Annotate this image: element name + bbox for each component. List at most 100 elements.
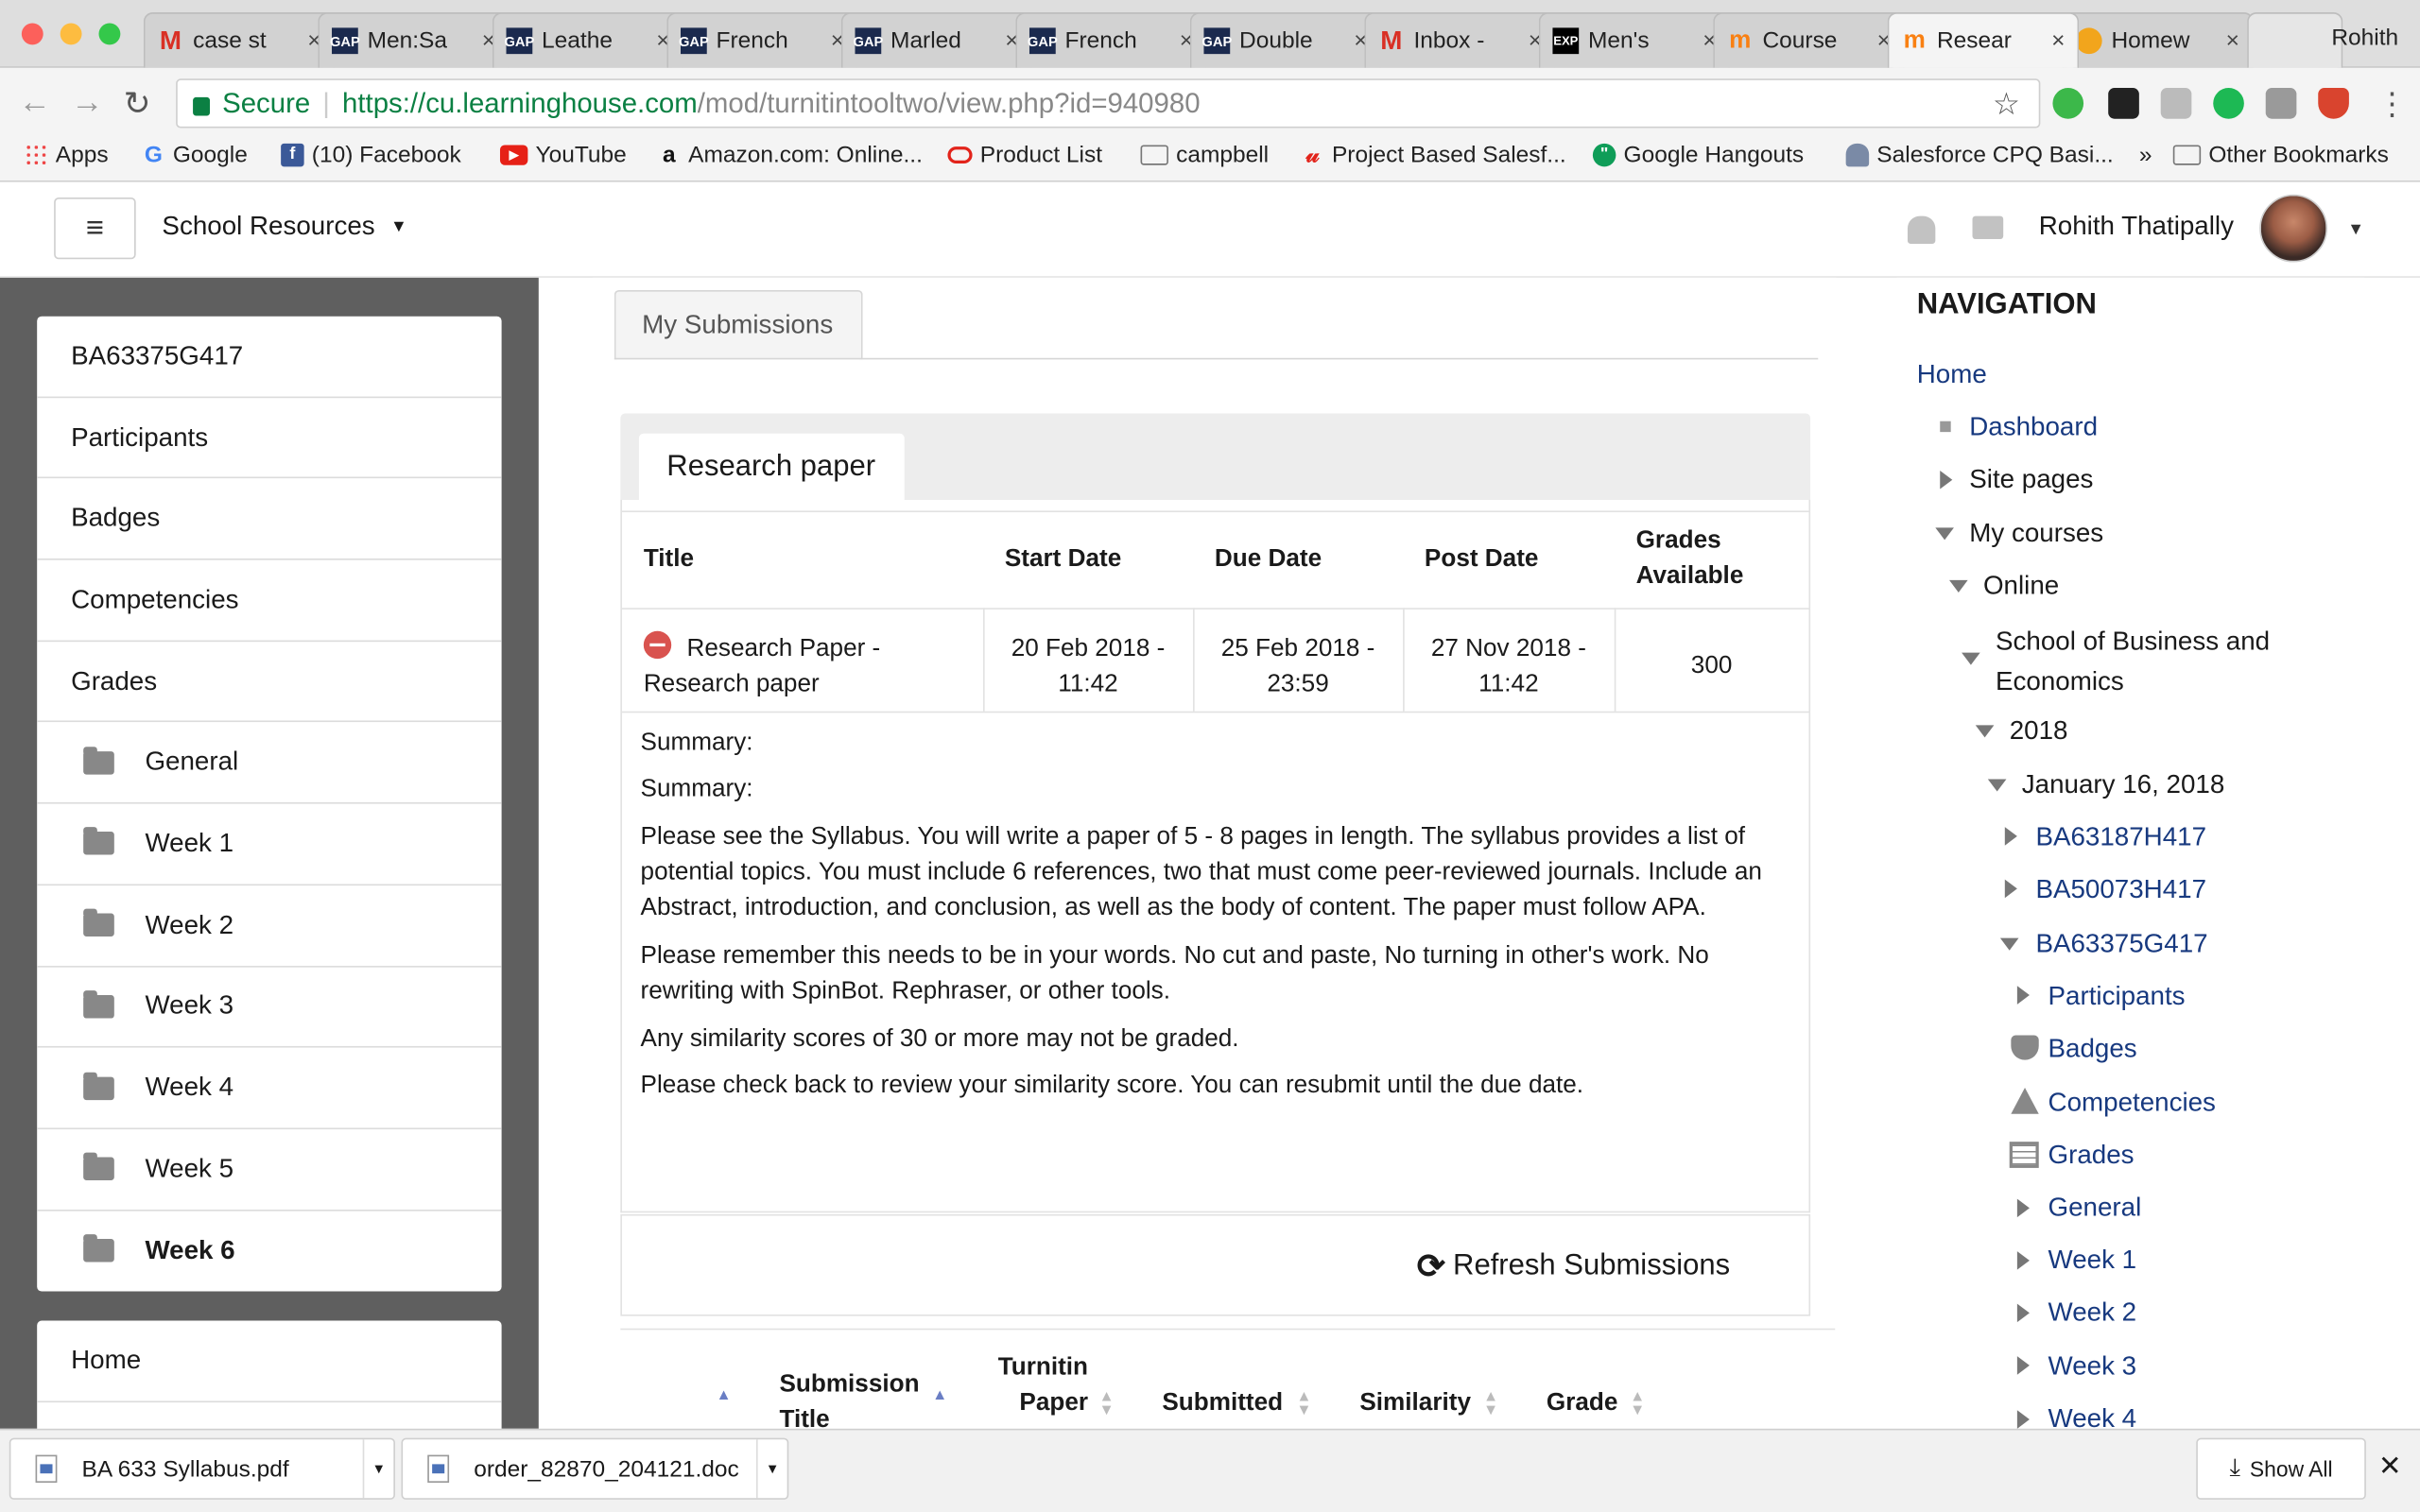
drawer-item-course[interactable]: BA63375G417	[37, 317, 502, 398]
user-menu-caret-icon[interactable]: ▼	[2347, 220, 2364, 239]
nav-week-3[interactable]: Week 3	[2048, 1350, 2137, 1384]
extension-box-icon[interactable]	[2265, 88, 2297, 119]
extension-green-icon[interactable]	[2052, 88, 2084, 119]
user-name[interactable]: Rohith Thatipally	[2039, 212, 2234, 243]
collapse-down-icon[interactable]	[1975, 725, 1995, 738]
collapse-down-icon[interactable]	[1935, 527, 1954, 541]
expand-right-icon[interactable]	[2016, 1410, 2030, 1429]
reload-icon[interactable]: ↻	[124, 85, 151, 124]
collapse-down-icon[interactable]	[1987, 779, 2007, 792]
nav-course-ba63187h417[interactable]: BA63187H417	[2035, 821, 2206, 855]
sort-icon[interactable]: ▲ ▼	[1630, 1389, 1645, 1418]
minimize-window-button[interactable]	[60, 23, 82, 45]
bookmark-facebook[interactable]: f (10) Facebook	[281, 142, 461, 168]
assignment-title-cell[interactable]: Research Paper - Research paper	[644, 631, 976, 702]
expand-right-icon[interactable]	[1940, 470, 1953, 490]
browser-tab[interactable]: GAP Men:Sa ×	[318, 12, 510, 68]
bookmark-salesforce-cpq[interactable]: Salesforce CPQ Basi...	[1845, 142, 2114, 168]
maximize-window-button[interactable]	[98, 23, 121, 45]
bookmark-hangouts[interactable]: " Google Hangouts	[1592, 142, 1804, 168]
nav-participants[interactable]: Participants	[2048, 980, 2186, 1014]
expand-right-icon[interactable]	[2016, 1303, 2030, 1323]
bookmark-product-list[interactable]: Product List	[947, 142, 1102, 168]
new-tab-button[interactable]	[2247, 12, 2343, 68]
browser-tab[interactable]: m Course ×	[1713, 12, 1905, 68]
expand-right-icon[interactable]	[2016, 1251, 2030, 1270]
download-menu-caret-icon[interactable]: ▼	[755, 1439, 787, 1499]
collapse-down-icon[interactable]	[1999, 937, 2019, 951]
browser-tab[interactable]: Mcase st ×	[143, 12, 336, 68]
sort-icon[interactable]: ▲ ▼	[1098, 1389, 1114, 1418]
close-window-button[interactable]	[21, 23, 43, 45]
expand-right-icon[interactable]	[2016, 1356, 2030, 1375]
expand-right-icon[interactable]	[2004, 879, 2017, 899]
extension-grey-icon[interactable]	[2160, 88, 2192, 119]
nav-year-2018[interactable]: 2018	[2010, 714, 2068, 748]
drawer-item-badges[interactable]: Badges	[37, 479, 502, 560]
browser-tab[interactable]: GAP Leathe ×	[492, 12, 684, 68]
close-downloads-icon[interactable]: ✕	[2378, 1451, 2402, 1483]
drawer-item-grades[interactable]: Grades	[37, 642, 502, 723]
nav-course-ba63375g417[interactable]: BA63375G417	[2035, 927, 2207, 961]
browser-tab[interactable]: Homew ×	[2062, 12, 2254, 68]
nav-online[interactable]: Online	[1983, 569, 2059, 603]
messages-icon[interactable]	[1972, 215, 2004, 240]
nav-week-2[interactable]: Week 2	[2048, 1296, 2137, 1330]
nav-general[interactable]: General	[2048, 1191, 2142, 1225]
close-tab-icon[interactable]: ×	[2226, 27, 2239, 54]
drawer-item-week-3[interactable]: Week 3	[37, 967, 502, 1048]
expand-right-icon[interactable]	[2004, 827, 2017, 846]
col-header-similarity[interactable]: Similarity	[1359, 1385, 1471, 1421]
nav-home[interactable]: Home	[1917, 358, 1987, 392]
col-header-submitted[interactable]: Submitted	[1162, 1385, 1283, 1421]
sort-icon[interactable]: ▲ ▼	[1483, 1389, 1498, 1418]
nav-badges[interactable]: Badges	[2048, 1032, 2137, 1066]
school-resources-menu[interactable]: School Resources ▼	[162, 212, 406, 243]
drawer-toggle-button[interactable]: ≡	[54, 197, 136, 260]
back-arrow-icon[interactable]: ←	[19, 85, 51, 122]
nav-site-pages[interactable]: Site pages	[1969, 463, 2093, 497]
close-tab-icon[interactable]: ×	[2051, 27, 2065, 54]
chrome-menu-icon[interactable]: ⋮	[2377, 85, 2408, 124]
bookmark-campbell[interactable]: campbell	[1140, 142, 1269, 168]
browser-tab[interactable]: M Inbox - ×	[1364, 12, 1556, 68]
notifications-bell-icon[interactable]	[1907, 215, 1936, 244]
browser-tab[interactable]: GAP French ×	[666, 12, 858, 68]
browser-tab[interactable]: m Resear ×	[1887, 12, 2080, 68]
expand-right-icon[interactable]	[2016, 986, 2030, 1005]
expand-right-icon[interactable]	[2016, 1198, 2030, 1218]
show-all-downloads-button[interactable]: ⤓ Show All	[2196, 1437, 2366, 1500]
drawer-item-participants[interactable]: Participants	[37, 398, 502, 479]
browser-tab[interactable]: GAP Double ×	[1189, 12, 1382, 68]
drawer-item-week-4[interactable]: Week 4	[37, 1048, 502, 1129]
tab-research-paper[interactable]: Research paper	[638, 433, 905, 500]
collapse-down-icon[interactable]	[1962, 652, 1980, 665]
bookmark-youtube[interactable]: ▶ YouTube	[499, 142, 627, 168]
col-header-submission-title[interactable]: Submission Title	[779, 1367, 919, 1438]
nav-my-courses[interactable]: My courses	[1969, 517, 2103, 551]
drawer-item-week-5[interactable]: Week 5	[37, 1129, 502, 1211]
bookmark-amazon[interactable]: a Amazon.com: Online...	[658, 142, 923, 168]
collapse-down-icon[interactable]	[1949, 579, 1968, 593]
drawer-item-competencies[interactable]: Competencies	[37, 560, 502, 642]
drawer-item-week-1[interactable]: Week 1	[37, 804, 502, 885]
nav-dashboard[interactable]: Dashboard	[1969, 410, 2098, 444]
more-bookmarks-button[interactable]: »	[2139, 142, 2152, 168]
tab-my-submissions[interactable]: My Submissions	[614, 289, 863, 360]
browser-tab[interactable]: EXP Men's ×	[1538, 12, 1731, 68]
bookmark-apps[interactable]: Apps	[25, 142, 109, 168]
extension-audio-icon[interactable]	[2213, 88, 2244, 119]
bookmark-salesforce-project[interactable]: 𝓊 Project Based Salesf...	[1301, 142, 1566, 168]
col-header-turnitin-paper[interactable]: Turnitin Paper	[997, 1350, 1088, 1421]
drawer-item-general[interactable]: General	[37, 723, 502, 804]
bookmark-star-icon[interactable]: ☆	[1993, 85, 2020, 124]
sort-asc-icon[interactable]: ▲	[932, 1388, 947, 1403]
drawer-item-week-6[interactable]: Week 6	[37, 1211, 501, 1292]
nav-week-1[interactable]: Week 1	[2048, 1244, 2137, 1278]
nav-term[interactable]: January 16, 2018	[2022, 768, 2225, 802]
nav-competencies[interactable]: Competencies	[2048, 1086, 2216, 1120]
download-item-syllabus[interactable]: BA 633 Syllabus.pdf ▼	[9, 1437, 395, 1500]
bookmark-google[interactable]: G Google	[142, 142, 248, 168]
drawer-item-week-2[interactable]: Week 2	[37, 885, 502, 967]
drawer-item-home[interactable]: Home	[37, 1321, 502, 1402]
